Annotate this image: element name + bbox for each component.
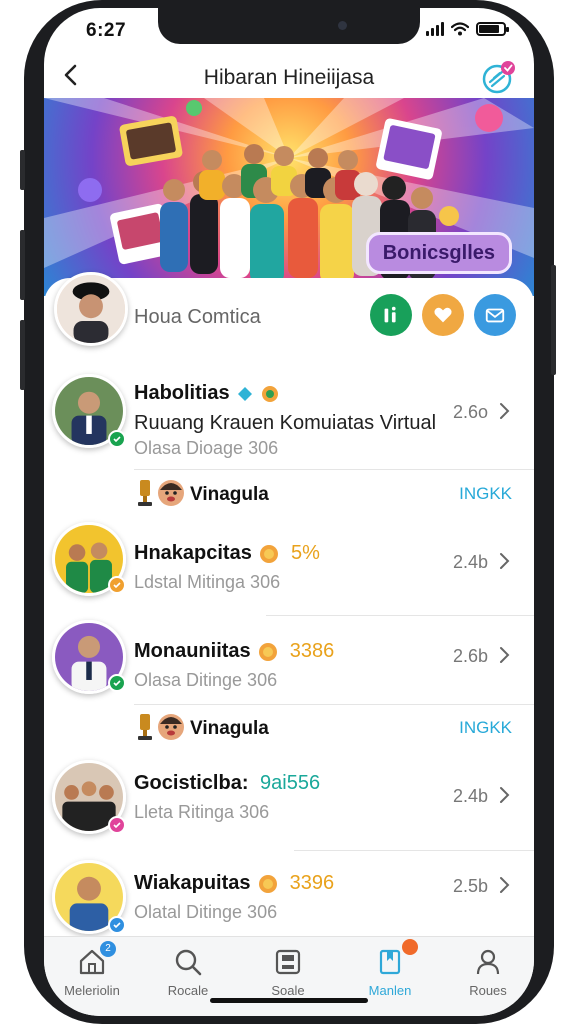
list-item-meta: Olasa Dioage 306 (134, 438, 279, 458)
favorite-button[interactable] (422, 294, 464, 336)
tab-home[interactable]: 2 Meleriolin (44, 937, 140, 1007)
tab-label: Rocale (167, 983, 209, 998)
sun-badge-icon (260, 544, 279, 563)
mail-button[interactable] (474, 294, 516, 336)
list-item[interactable]: Monauniitas 3386 Olasa Ditinge 306 2.6b (44, 618, 534, 704)
list-item-meta: Ldstal Mitinga 306 (134, 572, 281, 592)
notification-dot-icon (402, 939, 418, 955)
list-item-title: Monauniitas 3386 (134, 640, 335, 662)
tab-label: Roues (469, 983, 507, 998)
divider (294, 850, 534, 851)
profile-name: Houa Comtica (134, 306, 261, 328)
section-label: Vinagula (190, 484, 269, 505)
list-item[interactable]: Hnakapcitas 5% Ldstal Mitinga 306 2.4b (44, 518, 534, 612)
list-item-title: Hnakapcitas 5% (134, 542, 320, 564)
trophy-icon (138, 714, 152, 740)
divider (134, 704, 534, 705)
tab-label: Meleriolin (64, 983, 120, 998)
side-button (20, 230, 25, 300)
list-item-meta: Olasa Ditinge 306 (134, 670, 278, 690)
trophy-icon (138, 480, 152, 506)
list-item[interactable]: Wiakapuitas 3396 Olatal Ditinge 306 2.5b (44, 854, 534, 938)
side-button (20, 320, 25, 390)
divider (134, 469, 534, 470)
chevron-right-icon[interactable] (498, 646, 510, 664)
list-item-title: Wiakapuitas 3396 (134, 872, 335, 894)
list-item-value: 2.4b (452, 786, 488, 806)
wifi-icon (451, 22, 469, 36)
sun-badge-icon (259, 874, 278, 893)
sun-badge-icon (259, 642, 278, 661)
banner-label[interactable]: Bonicsglles (365, 232, 512, 274)
section-link[interactable]: INGKK (459, 484, 512, 504)
app-header: Hibaran Hineiijasa (44, 52, 534, 100)
search-icon (175, 949, 202, 976)
list-item-meta: Lleta Ritinga 306 (134, 802, 270, 822)
section-link[interactable]: INGKK (459, 718, 512, 738)
mail-icon (485, 308, 505, 323)
chevron-right-icon[interactable] (498, 786, 510, 804)
diamond-icon (238, 386, 253, 401)
power-button (551, 265, 556, 375)
list-item-meta: Olatal Ditinge 306 (134, 902, 278, 922)
status-time: 6:27 (86, 20, 127, 41)
stats-action-button[interactable] (370, 294, 412, 336)
tab-label: Soale (271, 983, 305, 998)
heart-icon (434, 307, 452, 323)
divider (266, 615, 534, 616)
list-item-title: Gocisticlba: 9ai556 (134, 772, 321, 794)
list-item-value: 2.4b (452, 552, 488, 572)
bookmark-icon (379, 949, 401, 975)
section-row: Vinagula INGKK (44, 474, 534, 514)
profile-row: Houa Comtica (44, 272, 534, 358)
chevron-right-icon[interactable] (498, 876, 510, 894)
emoji-face-icon (158, 480, 184, 506)
tab-label: Manlen (368, 983, 412, 998)
emoji-face-icon (158, 714, 184, 740)
verified-icon (108, 576, 126, 594)
list-item-value: 2.6o (452, 402, 488, 422)
verified-icon (108, 430, 126, 448)
avatar[interactable] (54, 272, 128, 346)
chevron-right-icon[interactable] (498, 402, 510, 420)
page-title: Hibaran Hineiijasa (203, 66, 375, 89)
status-icons (426, 22, 509, 36)
tab-bar: 2 Meleriolin Rocale Soale Manlen Roues (44, 936, 534, 1016)
front-camera (338, 21, 347, 30)
tab-profile[interactable]: Roues (440, 937, 534, 1007)
list-item-value: 2.6b (452, 646, 488, 666)
side-button (20, 150, 25, 190)
app-screen: 6:27 Hibaran Hineiijasa Bonicsglles Houa… (44, 8, 534, 1016)
flower-icon (261, 385, 278, 402)
verified-icon (108, 916, 126, 934)
list-item[interactable]: Gocisticlba: 9ai556 Lleta Ritinga 306 2.… (44, 754, 534, 850)
back-arrow-icon[interactable] (60, 62, 82, 88)
tab-badge: 2 (100, 941, 116, 957)
list-item-value: 2.5b (452, 876, 488, 896)
chevron-right-icon[interactable] (498, 552, 510, 570)
content-sheet: Houa Comtica Habolitias Ruuang Krauen Ko… (44, 272, 534, 938)
list-item-title: Habolitias (134, 382, 279, 405)
tab-bookmark[interactable]: Manlen (342, 937, 438, 1007)
notification-badge-icon[interactable] (482, 60, 516, 94)
list-item[interactable]: Habolitias Ruuang Krauen Komuiatas Virtu… (44, 368, 534, 468)
save-icon (275, 949, 301, 975)
home-indicator (210, 998, 368, 1003)
section-row: Vinagula INGKK (44, 708, 534, 748)
hero-banner: Bonicsglles (44, 98, 534, 296)
verified-icon (108, 674, 126, 692)
cellular-signal-icon (426, 22, 444, 36)
notch (158, 8, 420, 44)
stats-icon (384, 306, 396, 323)
tab-save[interactable]: Soale (240, 937, 336, 1007)
phone-frame: 6:27 Hibaran Hineiijasa Bonicsglles Houa… (0, 0, 576, 1024)
user-icon (476, 949, 500, 975)
section-label: Vinagula (190, 718, 269, 739)
list-item-subtitle: Ruuang Krauen Komuiatas Virtual (134, 412, 437, 434)
verified-icon (108, 816, 126, 834)
tab-search[interactable]: Rocale (140, 937, 236, 1007)
battery-icon (476, 22, 509, 36)
